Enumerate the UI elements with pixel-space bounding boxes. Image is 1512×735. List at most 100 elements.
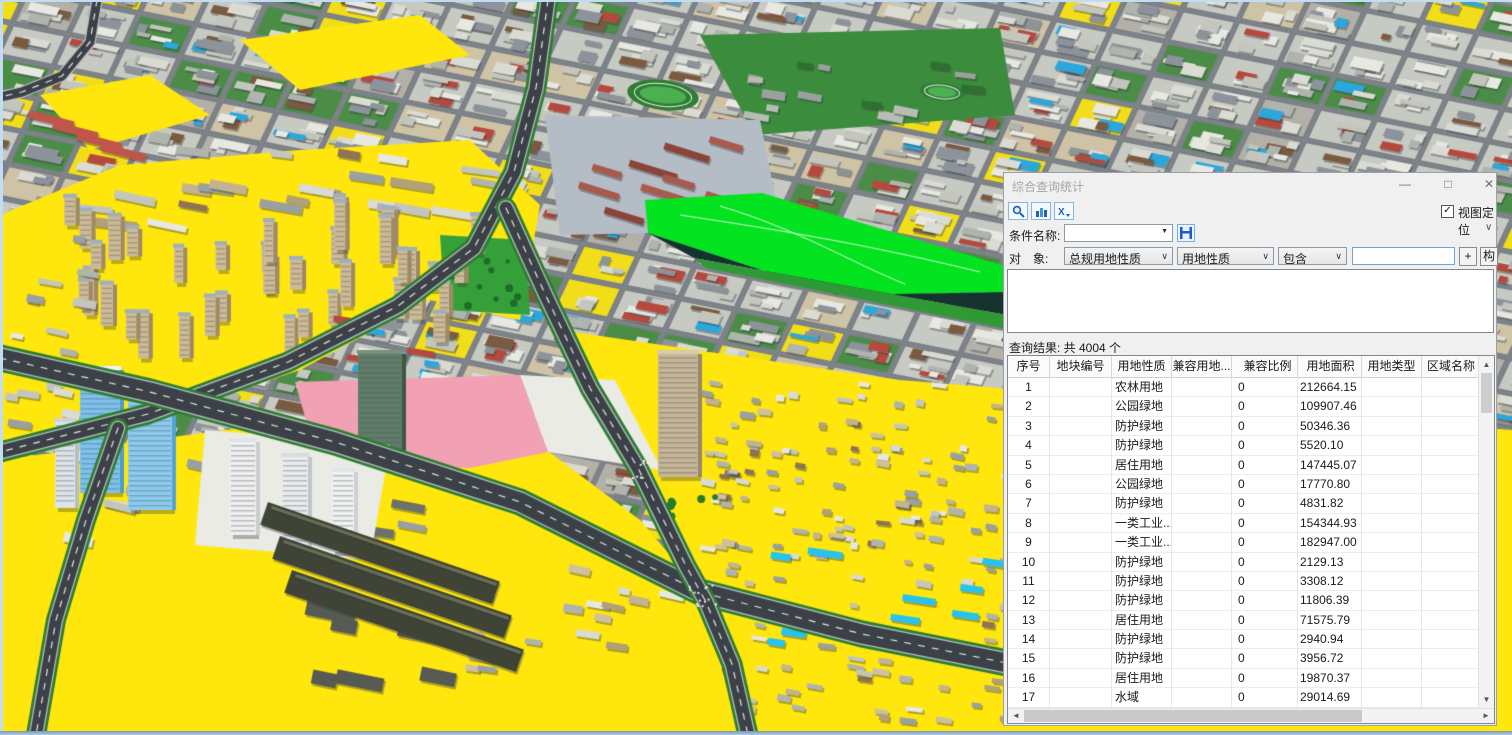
panel-titlebar[interactable]: 综合查询统计 — □ ✕ [1004,173,1496,197]
table-cell [1172,688,1232,707]
vertical-scrollbar[interactable]: ▲ ▼ [1478,356,1494,708]
column-header[interactable]: 地块编号 [1050,356,1112,378]
table-cell: 10 [1008,553,1050,572]
object-type-dropdown[interactable]: 总规用地性质 ∨ [1064,247,1173,265]
vertical-scroll-thumb[interactable] [1481,373,1492,413]
table-cell: 0 [1232,611,1298,630]
table-cell [1172,611,1232,630]
column-header[interactable]: 用地类型 [1362,356,1422,378]
table-cell: 0 [1232,688,1298,707]
table-row[interactable]: 15 防护绿地 03956.72 [1008,649,1480,668]
collapse-chevron-icon[interactable]: ∨ [1485,222,1492,233]
export-excel-button[interactable]: X [1054,202,1074,220]
application-window: 综合查询统计 — □ ✕ X ✓ 视图定位 ∨ 条件名称: [0,0,1512,735]
table-row[interactable]: 9一类工业...0182947.00 [1008,533,1480,552]
table-cell: 水域 [1112,688,1172,707]
table-cell [1422,649,1480,668]
operator-dropdown[interactable]: 包含 ∨ [1278,247,1347,265]
table-cell: 0 [1232,475,1298,494]
column-header[interactable]: 用地面积 [1298,356,1362,378]
table-cell [1362,436,1422,455]
table-body: 1农林用地0212664.152公园绿地0109907.463防护绿地05034… [1008,378,1480,708]
table-cell [1422,572,1480,591]
add-condition-button[interactable]: + [1459,247,1477,266]
horizontal-scrollbar[interactable]: ◄ ► [1008,708,1494,723]
table-cell [1362,417,1422,436]
column-header[interactable]: 兼容比例 [1232,356,1298,378]
table-cell: 29014.69 [1298,688,1362,707]
table-cell [1172,572,1232,591]
horizontal-scroll-thumb[interactable] [1024,710,1362,722]
table-cell [1422,514,1480,533]
maximize-button[interactable]: □ [1437,175,1459,193]
minimize-button[interactable]: — [1394,175,1416,193]
table-cell [1050,533,1112,552]
table-cell: 3956.72 [1298,649,1362,668]
search-icon [1009,205,1027,218]
table-row[interactable]: 2公园绿地0109907.46 [1008,397,1480,416]
table-row[interactable]: 16居住用地019870.37 [1008,669,1480,688]
chevron-down-icon: ∨ [1161,251,1168,262]
table-cell [1172,417,1232,436]
table-cell [1362,630,1422,649]
table-cell [1050,669,1112,688]
table-cell [1422,688,1480,707]
condition-list-box[interactable] [1007,269,1494,333]
close-button[interactable]: ✕ [1478,175,1500,193]
table-cell: 0 [1232,436,1298,455]
results-table: 序号地块编号用地性质兼容用地...兼容比例用地面积用地类型区域名称 1农林用地0… [1007,355,1495,724]
table-row[interactable]: 10防护绿地02129.13 [1008,553,1480,572]
table-row[interactable]: 17水域029014.69 [1008,688,1480,707]
column-header[interactable]: 区域名称 [1422,356,1480,378]
save-condition-button[interactable] [1177,224,1195,242]
table-cell: 15 [1008,649,1050,668]
table-cell [1050,611,1112,630]
attribute-dropdown[interactable]: 用地性质 ∨ [1177,247,1274,265]
scroll-right-icon[interactable]: ► [1479,709,1493,723]
table-cell: 防护绿地 [1112,553,1172,572]
table-cell: 农林用地 [1112,378,1172,397]
table-row[interactable]: 12防护绿地011806.39 [1008,591,1480,610]
table-cell [1050,572,1112,591]
scroll-left-icon[interactable]: ◄ [1009,709,1023,723]
table-cell: 防护绿地 [1112,494,1172,513]
table-row[interactable]: 13居住用地071575.79 [1008,611,1480,630]
table-cell: 0 [1232,649,1298,668]
table-cell: 居住用地 [1112,669,1172,688]
table-cell [1362,611,1422,630]
column-header[interactable]: 序号 [1008,356,1050,378]
statistics-button[interactable] [1031,202,1051,220]
table-cell: 0 [1232,669,1298,688]
table-row[interactable]: 4防护绿地05520.10 [1008,436,1480,455]
table-cell [1172,475,1232,494]
table-cell: 109907.46 [1298,397,1362,416]
table-row[interactable]: 3防护绿地050346.36 [1008,417,1480,436]
table-cell [1172,378,1232,397]
view-locate-checkbox[interactable]: ✓ [1441,205,1454,218]
table-row[interactable]: 6公园绿地017770.80 [1008,475,1480,494]
table-cell [1172,591,1232,610]
table-cell: 12 [1008,591,1050,610]
query-button[interactable] [1008,202,1028,220]
scroll-up-icon[interactable]: ▲ [1479,357,1494,372]
table-row[interactable]: 7防护绿地04831.82 [1008,494,1480,513]
table-cell [1362,649,1422,668]
table-row[interactable]: 8一类工业...0154344.93 [1008,514,1480,533]
table-cell: 71575.79 [1298,611,1362,630]
table-row[interactable]: 11防护绿地03308.12 [1008,572,1480,591]
table-row[interactable]: 1农林用地0212664.15 [1008,378,1480,397]
scroll-down-icon[interactable]: ▼ [1479,692,1494,707]
table-cell: 5520.10 [1298,436,1362,455]
table-cell [1422,591,1480,610]
table-cell: 50346.36 [1298,417,1362,436]
column-header[interactable]: 用地性质 [1112,356,1172,378]
table-row[interactable]: 14防护绿地02940.94 [1008,630,1480,649]
column-header[interactable]: 兼容用地... [1172,356,1232,378]
table-cell: 防护绿地 [1112,649,1172,668]
filter-value-input[interactable] [1352,247,1455,265]
build-query-button[interactable]: 构 [1480,247,1498,266]
table-row[interactable]: 5居住用地0147445.07 [1008,456,1480,475]
table-cell: 0 [1232,514,1298,533]
table-cell: 公园绿地 [1112,397,1172,416]
condition-name-combobox[interactable]: ▼ [1064,224,1173,242]
